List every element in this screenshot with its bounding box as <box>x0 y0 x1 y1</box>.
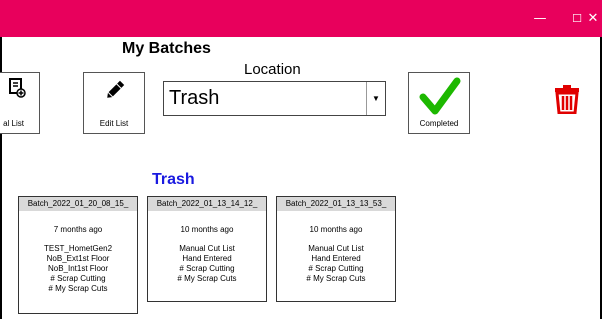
manual-list-button[interactable]: al List <box>0 72 40 134</box>
batch-card[interactable]: Batch_2022_01_20_08_15_ 7 months ago TES… <box>18 196 138 314</box>
location-select-value: Trash <box>169 87 220 109</box>
checkmark-icon <box>419 77 461 115</box>
batch-age: 10 months ago <box>309 225 363 234</box>
section-title: Trash <box>152 171 195 188</box>
batch-age: 7 months ago <box>53 225 103 234</box>
edit-list-label: Edit List <box>99 119 129 128</box>
completed-button[interactable]: Completed <box>408 72 470 134</box>
batch-line: Hand Entered <box>311 254 361 263</box>
location-label: Location <box>244 61 301 78</box>
batch-line: TEST_HometGen2 <box>43 244 113 253</box>
batch-line: NoB_Int1st Floor <box>47 264 109 273</box>
batch-name: Batch_2022_01_13_14_12_ <box>148 197 266 211</box>
batch-line: # Scrap Cutting <box>50 274 106 283</box>
batch-name: Batch_2022_01_20_08_15_ <box>19 197 137 211</box>
location-select[interactable]: Trash ▼ <box>163 81 386 116</box>
page-title: My Batches <box>122 40 211 57</box>
edit-list-button[interactable]: Edit List <box>83 72 145 134</box>
batch-card[interactable]: Batch_2022_01_13_13_53_ 10 months ago Ma… <box>276 196 396 302</box>
batch-line: Hand Entered <box>182 254 232 263</box>
batch-line: # My Scrap Cuts <box>177 274 237 283</box>
pencil-icon <box>107 80 125 98</box>
chevron-down-icon[interactable]: ▼ <box>366 82 385 115</box>
batch-card[interactable]: Batch_2022_01_13_14_12_ 10 months ago Ma… <box>147 196 267 302</box>
batch-line: # My Scrap Cuts <box>48 284 108 293</box>
delete-button[interactable] <box>554 84 580 115</box>
manual-list-label: al List <box>3 119 24 128</box>
batch-age: 10 months ago <box>180 225 234 234</box>
batch-line: # My Scrap Cuts <box>306 274 366 283</box>
batch-line: NoB_Ext1st Floor <box>46 254 110 263</box>
batch-line: Manual Cut List <box>179 244 235 253</box>
batch-details: TEST_HometGen2 NoB_Ext1st Floor NoB_Int1… <box>19 244 137 294</box>
close-button[interactable]: ✕ <box>584 0 602 37</box>
trash-icon <box>555 85 579 115</box>
batch-details: Manual Cut List Hand Entered # Scrap Cut… <box>148 244 266 284</box>
list-add-icon <box>9 78 26 98</box>
minimize-button[interactable]: — <box>520 0 560 37</box>
title-bar: — ☐ ✕ <box>0 0 602 37</box>
batch-details: Manual Cut List Hand Entered # Scrap Cut… <box>277 244 395 284</box>
batch-line: # Scrap Cutting <box>179 264 235 273</box>
batch-line: # Scrap Cutting <box>308 264 364 273</box>
batch-name: Batch_2022_01_13_13_53_ <box>277 197 395 211</box>
completed-label: Completed <box>419 119 459 128</box>
batch-line: Manual Cut List <box>308 244 364 253</box>
